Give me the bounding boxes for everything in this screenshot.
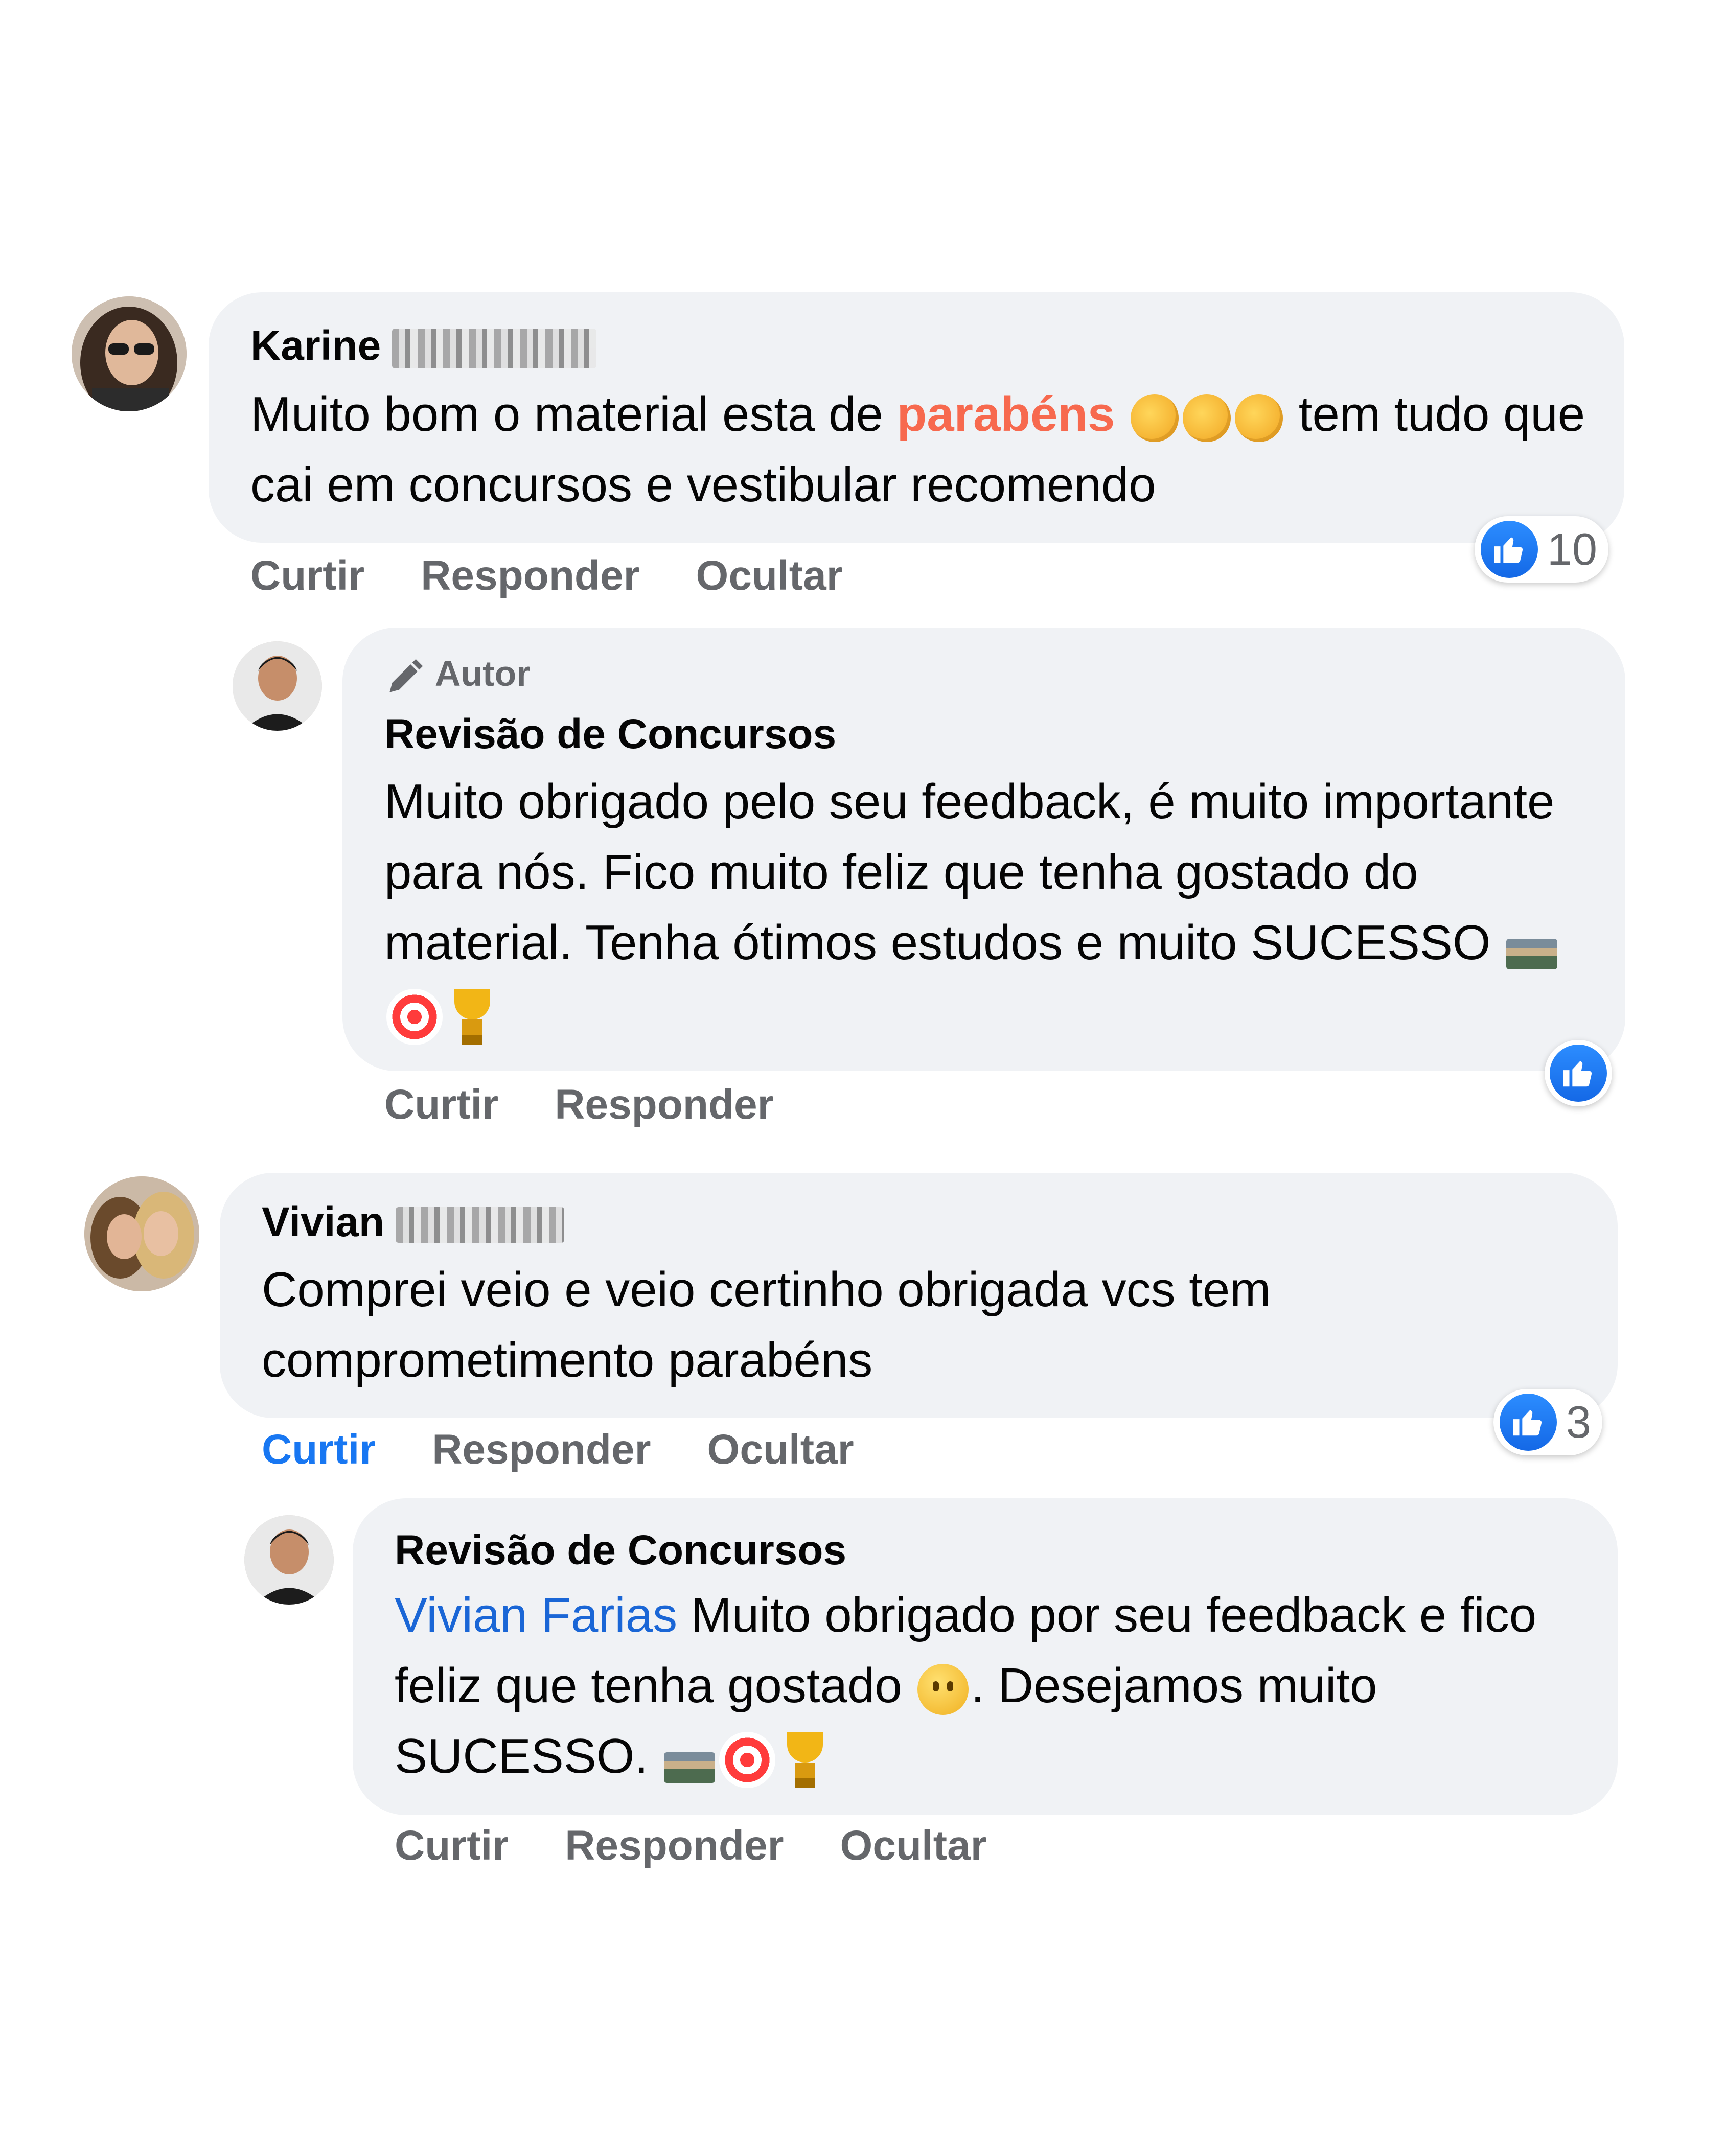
reply-text: Vivian Farias Muito obrigado por seu fee…: [395, 1580, 1591, 1792]
redacted-surname: [392, 329, 597, 369]
avatar-vivian-image: [84, 1176, 199, 1291]
direct-hit-icon: [386, 988, 443, 1045]
reply-button[interactable]: Responder: [555, 1081, 773, 1128]
clapping-hands-icon: [1131, 393, 1179, 442]
books-icon: [1506, 938, 1558, 969]
books-icon: [663, 1752, 715, 1783]
avatar-karine-image: [72, 296, 187, 411]
reply-text: Muito obrigado pelo seu feedback, é muit…: [384, 767, 1575, 1049]
hide-button[interactable]: Ocultar: [840, 1822, 987, 1869]
smile-icon: [917, 1663, 969, 1715]
avatar-page[interactable]: [233, 641, 322, 731]
comment-actions: Curtir Responder Ocultar: [250, 552, 899, 600]
avatar-vivian[interactable]: [84, 1176, 199, 1291]
hide-button[interactable]: Ocultar: [696, 552, 843, 599]
author-badge: Autor: [384, 653, 530, 698]
like-button[interactable]: Curtir: [262, 1426, 376, 1473]
like-icon: [1500, 1394, 1557, 1451]
like-button[interactable]: Curtir: [250, 552, 364, 599]
clapping-hands-icon: [1183, 393, 1231, 442]
comment-author[interactable]: Karine: [250, 322, 597, 370]
hide-button[interactable]: Ocultar: [707, 1426, 854, 1473]
comment-author[interactable]: Vivian: [262, 1198, 565, 1246]
like-button[interactable]: Curtir: [384, 1081, 498, 1128]
reaction-summary[interactable]: 10: [1475, 516, 1608, 583]
reply-author[interactable]: Revisão de Concursos: [395, 1526, 846, 1574]
pencil-icon: [389, 659, 423, 692]
comment-text: Comprei veio e veio certinho obrigada vc…: [262, 1262, 1271, 1387]
reply-reaction[interactable]: [1545, 1040, 1612, 1106]
reply-button[interactable]: Responder: [565, 1822, 784, 1869]
avatar-page-image: [233, 641, 322, 731]
clapping-hands-icon: [1235, 393, 1283, 442]
like-icon: [1550, 1045, 1607, 1102]
redacted-surname: [396, 1207, 565, 1243]
direct-hit-icon: [719, 1731, 775, 1788]
reply-bubble-page: Autor Revisão de Concursos Muito obrigad…: [342, 628, 1625, 1071]
mention-link[interactable]: Vivian Farias: [395, 1588, 677, 1642]
comment-actions: Curtir Responder Ocultar: [262, 1426, 910, 1474]
comment-bubble-vivian: Vivian Comprei veio e veio certinho obri…: [220, 1173, 1618, 1418]
reply-bubble-page: Revisão de Concursos Vivian Farias Muito…: [353, 1498, 1618, 1815]
comment-text: Muito bom o material esta de parabéns te…: [250, 387, 1585, 512]
avatar-page[interactable]: [244, 1515, 334, 1605]
highlighted-word[interactable]: parabéns: [897, 387, 1115, 442]
reply-button[interactable]: Responder: [421, 552, 639, 599]
reply-actions: Curtir Responder Ocultar: [395, 1822, 1043, 1870]
reply-author[interactable]: Revisão de Concursos: [384, 710, 836, 758]
avatar-karine[interactable]: [72, 296, 187, 411]
reply-actions: Curtir Responder: [384, 1081, 830, 1129]
reaction-count: 10: [1547, 524, 1597, 574]
trophy-icon: [779, 1731, 831, 1788]
reaction-summary[interactable]: 3: [1493, 1389, 1602, 1455]
comment-bubble-karine: Karine Muito bom o material esta de para…: [209, 292, 1624, 543]
like-button[interactable]: Curtir: [395, 1822, 509, 1869]
trophy-icon: [447, 988, 498, 1045]
reply-button[interactable]: Responder: [432, 1426, 651, 1473]
like-icon: [1481, 521, 1538, 578]
reaction-count: 3: [1566, 1397, 1591, 1447]
avatar-page-image: [244, 1515, 334, 1605]
